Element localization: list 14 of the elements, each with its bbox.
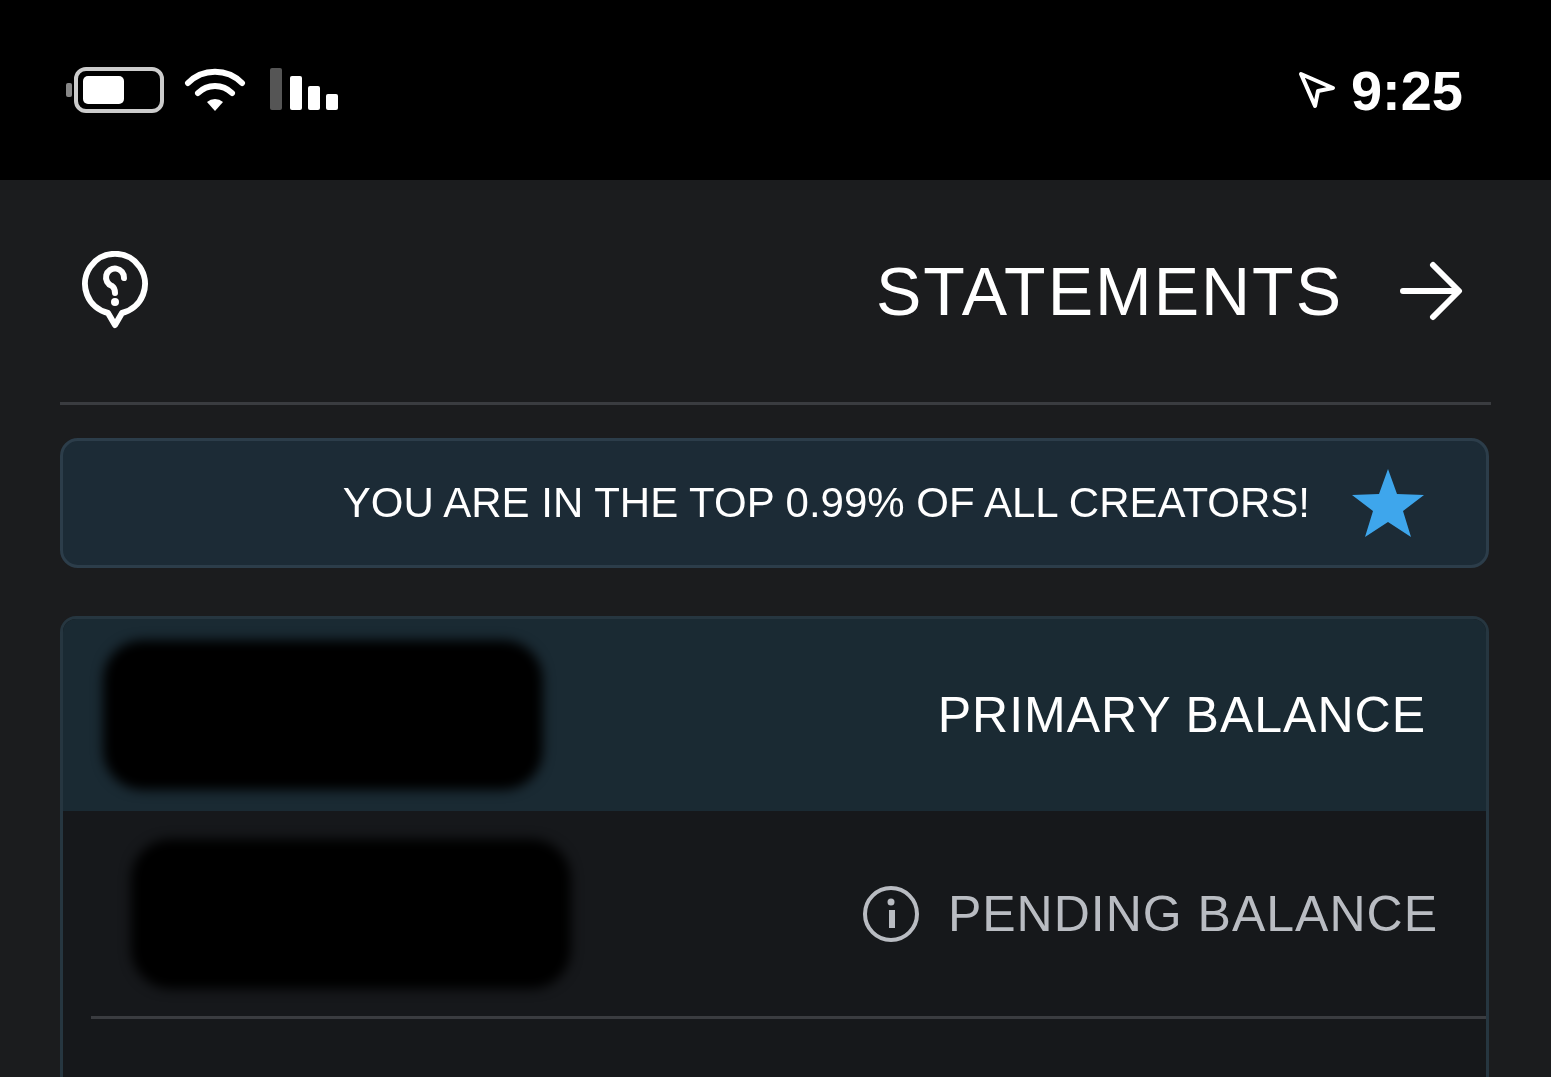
balance-row[interactable]: PENDING BALANCE xyxy=(91,811,1486,1019)
page-title: STATEMENTS xyxy=(875,252,1343,330)
balance-label: PRIMARY BALANCE xyxy=(937,686,1426,744)
banner-text: YOU ARE IN THE TOP 0.99% OF ALL CREATORS! xyxy=(342,479,1310,527)
balance-label: PENDING BALANCE xyxy=(947,884,1438,943)
back-arrow-icon[interactable] xyxy=(1399,261,1463,321)
help-icon[interactable] xyxy=(80,251,150,331)
location-arrow-icon xyxy=(1296,70,1337,110)
wifi-icon xyxy=(184,67,246,113)
balance-row[interactable]: PRIMARY BALANCE xyxy=(63,619,1486,811)
battery-icon xyxy=(64,66,164,114)
info-icon[interactable] xyxy=(861,884,920,943)
star-icon xyxy=(1350,467,1426,539)
clock-time: 9:25 xyxy=(1350,57,1463,123)
